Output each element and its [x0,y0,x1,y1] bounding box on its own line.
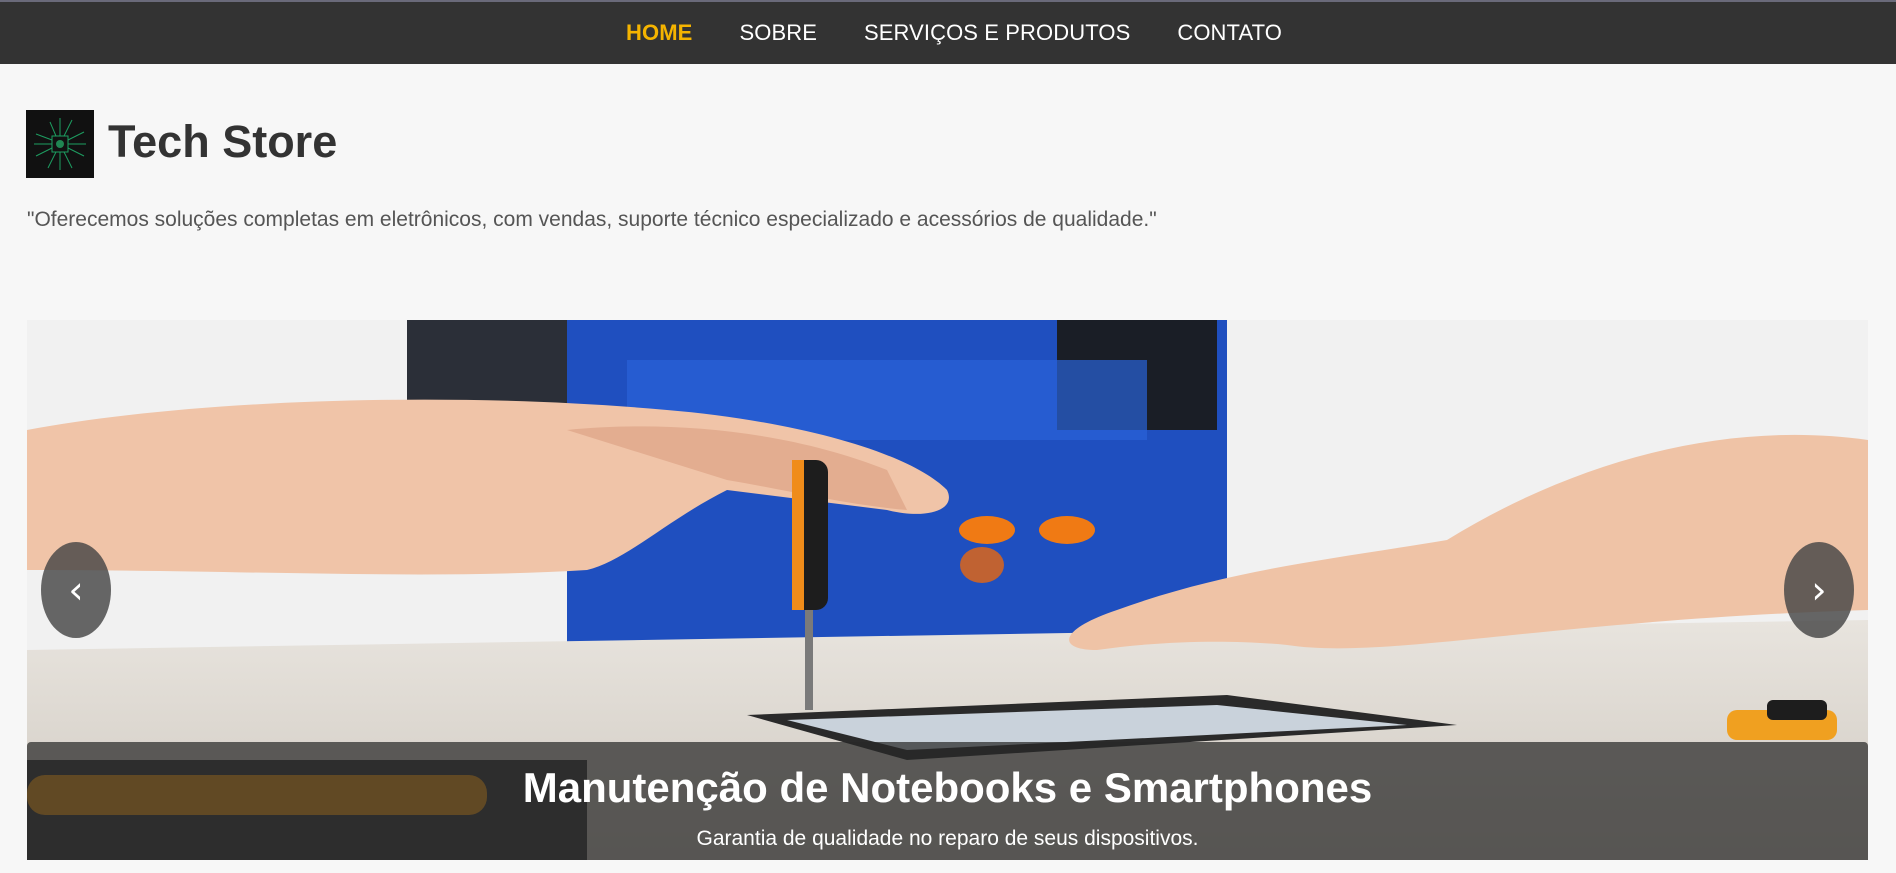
nav-item-sobre[interactable]: SOBRE [739,20,817,46]
carousel-next-button[interactable]: › [1784,542,1854,638]
top-navigation-bar: HOME SOBRE SERVIÇOS E PRODUTOS CONTATO [0,0,1896,64]
nav-item-contato[interactable]: CONTATO [1177,20,1282,46]
main-nav: HOME SOBRE SERVIÇOS E PRODUTOS CONTATO [0,2,1896,64]
brand-header: Tech Store [26,110,337,178]
slide-caption-title: Manutenção de Notebooks e Smartphones [522,764,1373,811]
nav-item-servicos-produtos[interactable]: SERVIÇOS E PRODUTOS [864,20,1130,46]
slide-caption-subtitle: Garantia de qualidade no reparo de seus … [696,827,1199,850]
carousel-prev-button[interactable]: ‹ [41,542,111,638]
tagline: "Oferecemos soluções completas em eletrô… [27,208,1157,231]
slide-caption: Manutenção de Notebooks e Smartphones Ga… [27,742,1868,860]
circuit-chip-icon [26,110,94,178]
hero-carousel[interactable]: Manutenção de Notebooks e Smartphones Ga… [27,320,1868,860]
nav-item-home[interactable]: HOME [626,20,692,46]
site-title: Tech Store [108,116,338,167]
